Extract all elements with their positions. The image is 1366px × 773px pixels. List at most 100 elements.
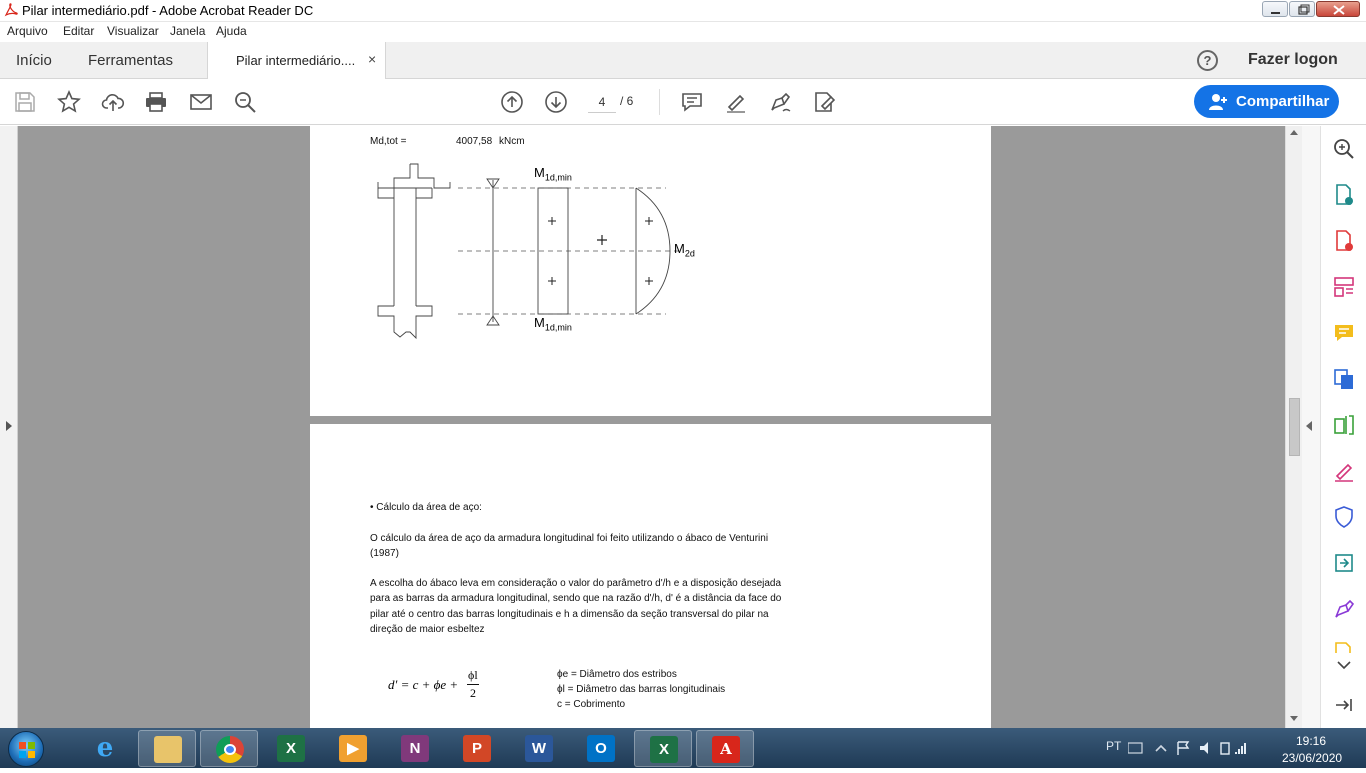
- tab-document[interactable]: Pilar intermediário.... ×: [207, 42, 386, 79]
- previous-page-icon[interactable]: [500, 90, 524, 114]
- menu-visualizar[interactable]: Visualizar: [107, 24, 159, 38]
- export-pdf-icon[interactable]: [1332, 183, 1356, 207]
- pdf-page-1: Md,tot = 4007,58 kNcm M1d,min M1d,min M2…: [310, 126, 991, 416]
- legend-c: c = Cobrimento: [557, 699, 626, 710]
- login-link[interactable]: Fazer logon: [1248, 51, 1338, 69]
- taskbar-outlook[interactable]: O: [572, 730, 630, 767]
- print-icon[interactable]: [144, 90, 168, 114]
- powerpoint-icon: P: [463, 735, 491, 762]
- organize-pages-icon[interactable]: [1332, 275, 1356, 299]
- taskbar-acrobat[interactable]: A: [696, 730, 754, 767]
- combine-files-icon[interactable]: [1332, 367, 1356, 391]
- highlight-pen-icon[interactable]: [724, 90, 748, 114]
- menu-ajuda[interactable]: Ajuda: [216, 24, 247, 38]
- collapse-right-panel-icon[interactable]: [1306, 421, 1312, 431]
- expand-left-panel-icon[interactable]: [6, 421, 12, 431]
- chevron-down-icon[interactable]: [1332, 657, 1356, 673]
- collapse-tools-pane-icon[interactable]: [1332, 693, 1356, 717]
- minimize-icon: [1271, 12, 1280, 14]
- edit-pdf-icon[interactable]: [1332, 413, 1356, 437]
- media-player-icon: ▶: [339, 735, 367, 762]
- menu-arquivo[interactable]: Arquivo: [7, 24, 48, 38]
- system-tray-icons[interactable]: [1128, 740, 1248, 756]
- acrobat-icon: A: [712, 736, 740, 763]
- section-heading: • Cálculo da área de aço:: [370, 502, 482, 513]
- tab-tools[interactable]: Ferramentas: [88, 52, 173, 69]
- toolbar-divider: [659, 89, 660, 115]
- protect-shield-icon[interactable]: [1332, 505, 1356, 529]
- scroll-up-icon[interactable]: [1290, 130, 1298, 135]
- clock-date[interactable]: 23/06/2020: [1282, 751, 1342, 765]
- title-bar: Pilar intermediário.pdf - Adobe Acrobat …: [0, 0, 1366, 22]
- vertical-scrollbar[interactable]: [1285, 126, 1302, 728]
- send-for-review-icon[interactable]: [1332, 551, 1356, 575]
- m1d-min-top-label: M1d,min: [534, 165, 572, 183]
- zoom-icon[interactable]: [1332, 137, 1356, 161]
- page-number-input[interactable]: 4: [588, 91, 616, 113]
- md-tot-value: 4007,58: [456, 136, 493, 147]
- formula-numerator: ϕl: [468, 668, 478, 682]
- sign-pen-icon[interactable]: [768, 90, 792, 114]
- help-icon[interactable]: ?: [1197, 50, 1218, 71]
- maximize-button[interactable]: [1289, 1, 1315, 17]
- request-signature-icon[interactable]: [1332, 597, 1356, 621]
- taskbar-word[interactable]: W: [510, 730, 568, 767]
- paragraph-1-line-1: O cálculo da área de aço da armadura lon…: [370, 533, 769, 544]
- add-user-icon: [1209, 94, 1227, 110]
- close-window-button[interactable]: [1316, 1, 1360, 17]
- document-viewport[interactable]: Md,tot = 4007,58 kNcm M1d,min M1d,min M2…: [0, 126, 1320, 728]
- clock-time[interactable]: 19:16: [1296, 734, 1326, 748]
- md-tot-unit: kNcm: [499, 136, 525, 147]
- menu-janela[interactable]: Janela: [170, 24, 205, 38]
- next-page-icon[interactable]: [544, 90, 568, 114]
- md-tot-label: Md,tot =: [370, 136, 407, 147]
- input-language[interactable]: PT: [1106, 739, 1121, 753]
- taskbar-chrome[interactable]: [200, 730, 258, 767]
- window-title: Pilar intermediário.pdf - Adobe Acrobat …: [22, 3, 314, 18]
- windows-taskbar: e X ▶ N P W O X A PT 19:16 23/06/2020: [0, 728, 1366, 768]
- zoom-search-icon[interactable]: [233, 90, 257, 114]
- formula-denominator: 2: [470, 686, 476, 700]
- page-total: / 6: [620, 94, 634, 108]
- taskbar-internet-explorer[interactable]: e: [76, 730, 134, 767]
- left-nav-strip[interactable]: [0, 126, 18, 728]
- comment-tool-icon[interactable]: [1332, 321, 1356, 345]
- menu-editar[interactable]: Editar: [63, 24, 94, 38]
- comment-icon[interactable]: [680, 90, 704, 114]
- pdf-page-2: • Cálculo da área de aço: O cálculo da á…: [310, 424, 991, 728]
- save-icon[interactable]: [13, 90, 37, 114]
- scroll-thumb[interactable]: [1289, 398, 1300, 456]
- taskbar-onenote[interactable]: N: [386, 730, 444, 767]
- restore-icon: [1298, 4, 1310, 15]
- taskbar-excel-2[interactable]: X: [634, 730, 692, 767]
- excel-icon: X: [650, 736, 678, 763]
- bookmark-star-icon[interactable]: [57, 90, 81, 114]
- tab-home[interactable]: Início: [16, 52, 52, 69]
- tools-pane: [1320, 126, 1366, 728]
- more-tools-icon[interactable]: [1332, 641, 1356, 655]
- scroll-down-icon[interactable]: [1290, 716, 1298, 721]
- close-tab-icon[interactable]: ×: [368, 51, 376, 67]
- share-label: Compartilhar: [1236, 93, 1330, 110]
- m1d-min-bottom-label: M1d,min: [534, 315, 572, 333]
- taskbar-file-explorer[interactable]: [138, 730, 196, 767]
- taskbar-powerpoint[interactable]: P: [448, 730, 506, 767]
- cloud-upload-icon[interactable]: [101, 90, 125, 114]
- fill-sign-icon[interactable]: [812, 90, 836, 114]
- minimize-button[interactable]: [1262, 1, 1288, 17]
- toolbar: 4 / 6 Compartilhar: [0, 79, 1366, 125]
- windows-logo-icon: [19, 742, 35, 758]
- fill-sign-tool-icon[interactable]: [1332, 459, 1356, 483]
- menu-bar: Arquivo Editar Visualizar Janela Ajuda: [0, 22, 1366, 42]
- email-icon[interactable]: [189, 90, 213, 114]
- paragraph-2-line-2: para as barras da armadura longitudinal,…: [370, 593, 782, 604]
- taskbar-media-player[interactable]: ▶: [324, 730, 382, 767]
- create-pdf-icon[interactable]: [1332, 229, 1356, 253]
- onenote-icon: N: [401, 735, 429, 762]
- share-button[interactable]: Compartilhar: [1194, 85, 1339, 118]
- paragraph-2-line-1: A escolha do ábaco leva em consideração …: [370, 578, 782, 589]
- taskbar-excel[interactable]: X: [262, 730, 320, 767]
- chrome-icon: [216, 736, 244, 763]
- start-button[interactable]: [8, 731, 44, 767]
- legend-phi-e: ϕe = Diâmetro dos estribos: [557, 669, 677, 680]
